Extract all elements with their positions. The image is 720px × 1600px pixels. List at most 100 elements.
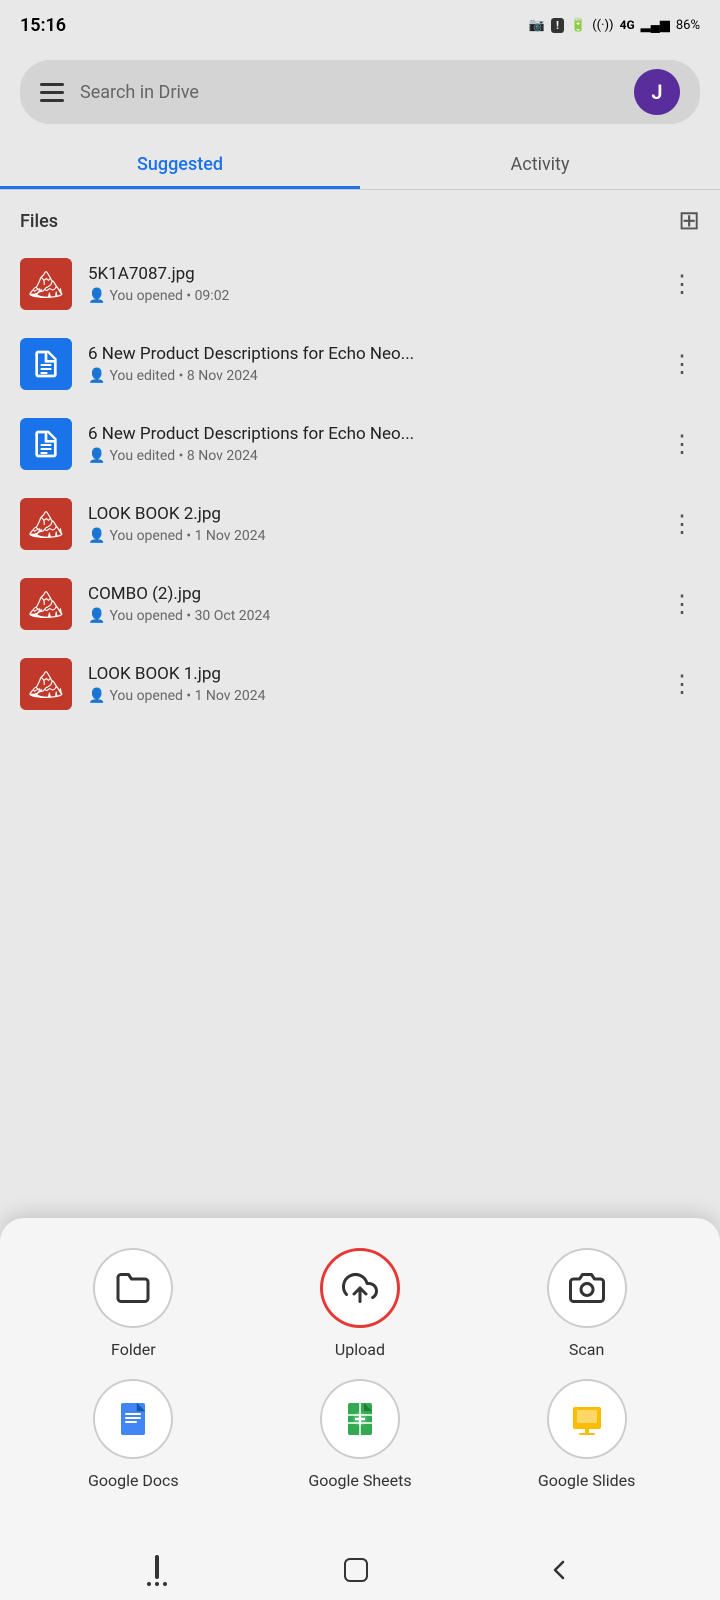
google-sheets-circle bbox=[320, 1379, 400, 1459]
file-name: 6 New Product Descriptions for Echo Neo.… bbox=[88, 344, 648, 364]
file-info: LOOK BOOK 2.jpg 👤 You opened • 1 Nov 202… bbox=[88, 504, 648, 544]
tabs-container: Suggested Activity bbox=[0, 140, 720, 190]
scan-circle bbox=[547, 1248, 627, 1328]
file-type-icon: 🏔 bbox=[20, 578, 72, 630]
file-meta: 👤 You edited • 8 Nov 2024 bbox=[88, 448, 648, 464]
image-icon: 🏔 bbox=[28, 268, 64, 301]
files-header: Files ⊞ bbox=[0, 190, 720, 244]
more-options-button[interactable]: ⋮ bbox=[664, 266, 700, 302]
google-sheets-icon bbox=[340, 1399, 380, 1439]
google-slides-icon bbox=[567, 1399, 607, 1439]
file-info: 5K1A7087.jpg 👤 You opened • 09:02 bbox=[88, 264, 648, 304]
list-item[interactable]: 6 New Product Descriptions for Echo Neo.… bbox=[0, 404, 720, 484]
upload-action[interactable]: Upload bbox=[280, 1248, 440, 1359]
file-info: LOOK BOOK 1.jpg 👤 You opened • 1 Nov 202… bbox=[88, 664, 648, 704]
wifi-icon: ((·)) bbox=[592, 18, 613, 33]
list-item[interactable]: 🏔 COMBO (2).jpg 👤 You opened • 30 Oct 20… bbox=[0, 564, 720, 644]
image-icon: 🏔 bbox=[28, 508, 64, 541]
folder-icon bbox=[115, 1270, 151, 1306]
list-item[interactable]: 🏔 LOOK BOOK 1.jpg 👤 You opened • 1 Nov 2… bbox=[0, 644, 720, 724]
more-options-button[interactable]: ⋮ bbox=[664, 586, 700, 622]
image-icon: 🏔 bbox=[28, 668, 64, 701]
file-name: LOOK BOOK 2.jpg bbox=[88, 504, 648, 524]
nav-home-icon[interactable] bbox=[340, 1554, 372, 1586]
folder-action[interactable]: Folder bbox=[53, 1248, 213, 1359]
hamburger-menu[interactable] bbox=[40, 83, 64, 102]
google-docs-icon bbox=[113, 1399, 153, 1439]
status-bar: 15:16 📷 ! 🔋 ((·)) 4G ▂▄▆ 86% bbox=[0, 0, 720, 50]
google-slides-label: Google Slides bbox=[538, 1471, 636, 1490]
meta-person-icon: 👤 bbox=[88, 688, 105, 704]
status-time: 15:16 bbox=[20, 15, 66, 36]
list-item[interactable]: 🏔 5K1A7087.jpg 👤 You opened • 09:02 ⋮ bbox=[0, 244, 720, 324]
action-row-2: Google Docs Google She bbox=[20, 1379, 700, 1490]
upload-icon bbox=[342, 1270, 378, 1306]
scan-icon bbox=[569, 1270, 605, 1306]
search-placeholder[interactable]: Search in Drive bbox=[80, 82, 618, 103]
file-name: 5K1A7087.jpg bbox=[88, 264, 648, 284]
file-name: COMBO (2).jpg bbox=[88, 584, 648, 604]
list-item[interactable]: 6 New Product Descriptions for Echo Neo.… bbox=[0, 324, 720, 404]
folder-label: Folder bbox=[111, 1340, 156, 1359]
file-meta: 👤 You opened • 09:02 bbox=[88, 288, 648, 304]
signal-4g: 4G bbox=[620, 18, 635, 32]
google-docs-action[interactable]: Google Docs bbox=[53, 1379, 213, 1490]
file-type-icon: 🏔 bbox=[20, 498, 72, 550]
search-bar[interactable]: Search in Drive J bbox=[20, 60, 700, 124]
google-slides-action[interactable]: Google Slides bbox=[507, 1379, 667, 1490]
nav-bar bbox=[0, 1540, 720, 1600]
meta-person-icon: 👤 bbox=[88, 368, 105, 384]
more-options-button[interactable]: ⋮ bbox=[664, 506, 700, 542]
meta-person-icon: 👤 bbox=[88, 608, 105, 624]
more-options-button[interactable]: ⋮ bbox=[664, 346, 700, 382]
meta-person-icon: 👤 bbox=[88, 448, 105, 464]
google-sheets-label: Google Sheets bbox=[308, 1471, 411, 1490]
file-type-icon: 🏔 bbox=[20, 658, 72, 710]
scan-action[interactable]: Scan bbox=[507, 1248, 667, 1359]
google-slides-circle bbox=[547, 1379, 627, 1459]
file-meta: 👤 You opened • 30 Oct 2024 bbox=[88, 608, 648, 624]
meta-person-icon: 👤 bbox=[88, 528, 105, 544]
file-info: 6 New Product Descriptions for Echo Neo.… bbox=[88, 344, 648, 384]
battery-percent: 86% bbox=[676, 18, 700, 33]
camera-icon: 📷 bbox=[529, 18, 545, 33]
nav-lines-icon[interactable] bbox=[147, 1555, 167, 1586]
list-item[interactable]: 🏔 LOOK BOOK 2.jpg 👤 You opened • 1 Nov 2… bbox=[0, 484, 720, 564]
file-info: COMBO (2).jpg 👤 You opened • 30 Oct 2024 bbox=[88, 584, 648, 624]
more-options-button[interactable]: ⋮ bbox=[664, 666, 700, 702]
file-type-icon bbox=[20, 338, 72, 390]
google-docs-circle bbox=[93, 1379, 173, 1459]
file-type-icon: 🏔 bbox=[20, 258, 72, 310]
upload-circle bbox=[320, 1248, 400, 1328]
file-info: 6 New Product Descriptions for Echo Neo.… bbox=[88, 424, 648, 464]
file-meta: 👤 You edited • 8 Nov 2024 bbox=[88, 368, 648, 384]
google-sheets-action[interactable]: Google Sheets bbox=[280, 1379, 440, 1490]
grid-view-icon[interactable]: ⊞ bbox=[678, 206, 700, 236]
folder-circle bbox=[93, 1248, 173, 1328]
doc-icon bbox=[30, 348, 62, 380]
alert-icon: ! bbox=[551, 18, 564, 33]
meta-person-icon: 👤 bbox=[88, 288, 105, 304]
tab-suggested[interactable]: Suggested bbox=[0, 140, 360, 189]
doc-icon bbox=[30, 428, 62, 460]
google-docs-label: Google Docs bbox=[88, 1471, 179, 1490]
file-name: 6 New Product Descriptions for Echo Neo.… bbox=[88, 424, 648, 444]
file-type-icon bbox=[20, 418, 72, 470]
upload-label: Upload bbox=[335, 1340, 385, 1359]
file-meta: 👤 You opened • 1 Nov 2024 bbox=[88, 528, 648, 544]
image-icon: 🏔 bbox=[28, 588, 64, 621]
file-list: 🏔 5K1A7087.jpg 👤 You opened • 09:02 ⋮ 6 … bbox=[0, 244, 720, 724]
files-title: Files bbox=[20, 211, 58, 232]
tab-activity[interactable]: Activity bbox=[360, 140, 720, 189]
nav-back-icon[interactable] bbox=[545, 1556, 573, 1584]
battery-icon: 🔋 bbox=[570, 18, 586, 33]
scan-label: Scan bbox=[569, 1340, 604, 1359]
action-row-1: Folder Upload bbox=[20, 1248, 700, 1359]
status-icons: 📷 ! 🔋 ((·)) 4G ▂▄▆ 86% bbox=[529, 17, 700, 33]
file-name: LOOK BOOK 1.jpg bbox=[88, 664, 648, 684]
file-meta: 👤 You opened • 1 Nov 2024 bbox=[88, 688, 648, 704]
user-avatar[interactable]: J bbox=[634, 69, 680, 115]
bottom-sheet: Folder Upload bbox=[0, 1218, 720, 1600]
more-options-button[interactable]: ⋮ bbox=[664, 426, 700, 462]
signal-bars: ▂▄▆ bbox=[641, 17, 670, 33]
